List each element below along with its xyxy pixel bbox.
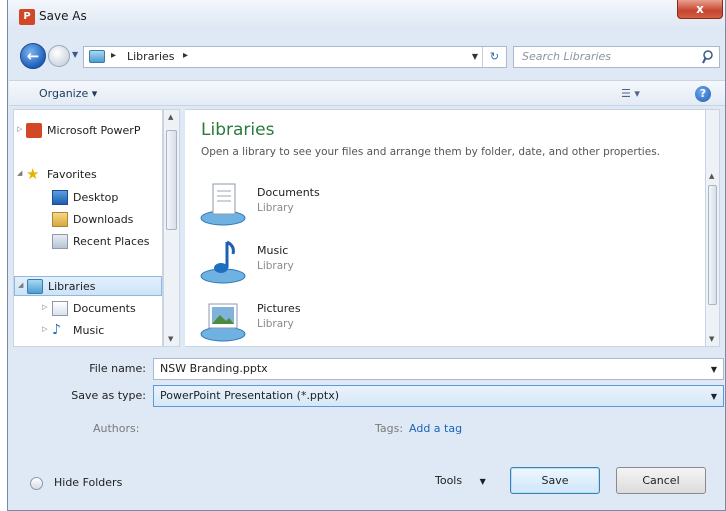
powerpoint-icon [26, 123, 42, 138]
library-item-pictures[interactable]: Pictures Library [199, 294, 399, 350]
file-name-value: NSW Branding.pptx [160, 362, 268, 375]
file-name-field[interactable]: NSW Branding.pptx ▼ [153, 358, 724, 380]
file-name-label: File name: [89, 362, 146, 375]
sidebar-item-downloads[interactable]: Downloads [14, 210, 162, 230]
library-item-music[interactable]: Music Library [199, 236, 399, 292]
file-name-row: File name: NSW Branding.pptx ▼ [6, 358, 726, 380]
address-bar[interactable]: ▸ Libraries ▸ ▼ ↻ [83, 46, 507, 68]
search-icon[interactable] [702, 50, 714, 64]
music-library-icon [200, 240, 246, 284]
page-title: Libraries [201, 120, 275, 140]
page-description: Open a library to see your files and arr… [201, 146, 660, 158]
scroll-down-icon[interactable]: ▼ [709, 335, 714, 343]
organize-button[interactable]: Organize ▾ [39, 87, 97, 100]
libraries-icon [27, 279, 43, 294]
content-pane: Libraries Open a library to see your fil… [185, 109, 705, 347]
documents-icon [52, 301, 68, 316]
library-item-documents[interactable]: Documents Library [199, 178, 399, 234]
tags-label: Tags: [375, 422, 404, 435]
sidebar-item-label: Documents [73, 302, 136, 315]
collapse-arrow-icon[interactable]: ◢ [17, 169, 22, 177]
save-type-select[interactable]: PowerPoint Presentation (*.pptx) ▼ [153, 385, 724, 407]
scroll-up-icon[interactable]: ▲ [709, 172, 714, 180]
search-input[interactable]: Search Libraries [513, 46, 720, 68]
chevron-right-icon[interactable]: ▸ [111, 50, 116, 61]
sidebar-item-libraries[interactable]: ◢ Libraries [14, 276, 162, 296]
save-type-label: Save as type: [71, 389, 146, 402]
sidebar-item-label: Downloads [73, 213, 134, 226]
sidebar-item-favorites[interactable]: ◢ ★ Favorites [14, 165, 162, 185]
help-icon[interactable]: ? [695, 86, 711, 102]
sidebar-item-label: Libraries [48, 280, 96, 293]
sidebar-item-recent-places[interactable]: Recent Places [14, 232, 162, 252]
sidebar-item-desktop[interactable]: Desktop [14, 188, 162, 208]
music-note-icon: ♪ [52, 322, 61, 338]
documents-library-icon [200, 183, 246, 226]
tools-button[interactable]: Tools ▼ [435, 474, 486, 487]
recent-locations-dropdown[interactable]: ▼ [72, 50, 78, 59]
command-bar: Organize ▾ ☰ ▾ ? [9, 80, 725, 106]
content-scrollbar[interactable]: ▲ ▼ [705, 109, 720, 347]
downloads-folder-icon [52, 212, 68, 227]
hide-folders-icon[interactable] [30, 477, 43, 490]
chevron-down-icon[interactable]: ▼ [711, 365, 717, 374]
title-bar: P Save As x [8, 0, 725, 30]
forward-button[interactable] [48, 45, 70, 67]
scrollbar-thumb[interactable] [708, 185, 717, 305]
change-view-icon[interactable]: ☰ ▾ [621, 87, 640, 100]
sidebar-item-label: Microsoft PowerP [47, 124, 141, 137]
address-row: ← ▼ ▸ Libraries ▸ ▼ ↻ Search Libraries [8, 40, 725, 74]
library-type: Library [257, 318, 294, 330]
refresh-icon[interactable]: ↻ [482, 47, 506, 67]
sidebar-item-label: Favorites [47, 168, 97, 181]
library-type: Library [257, 202, 294, 214]
library-name: Documents [257, 186, 320, 199]
sidebar-item-microsoft-powerpoint[interactable]: ▷ Microsoft PowerP [14, 121, 162, 141]
navigation-pane: ▷ Microsoft PowerP ◢ ★ Favorites Desktop… [13, 109, 163, 347]
save-type-value: PowerPoint Presentation (*.pptx) [160, 389, 340, 402]
recent-places-icon [52, 234, 68, 249]
sidebar-item-documents[interactable]: ▷ Documents [14, 299, 162, 319]
scroll-up-icon[interactable]: ▲ [168, 113, 173, 121]
add-tag-link[interactable]: Add a tag [409, 422, 462, 435]
expand-arrow-icon[interactable]: ▷ [42, 325, 47, 333]
save-type-row: Save as type: PowerPoint Presentation (*… [6, 385, 726, 407]
search-placeholder: Search Libraries [522, 50, 612, 63]
library-name: Pictures [257, 302, 301, 315]
sidebar-item-music[interactable]: ▷ ♪ Music [14, 321, 162, 341]
cancel-button[interactable]: Cancel [616, 467, 706, 494]
hide-folders-button[interactable]: Hide Folders [54, 476, 122, 489]
breadcrumb-libraries[interactable]: Libraries [127, 50, 175, 63]
chevron-down-icon[interactable]: ▼ [711, 392, 717, 401]
collapse-arrow-icon[interactable]: ◢ [18, 281, 23, 289]
star-icon: ★ [26, 165, 40, 183]
window-title: Save As [39, 9, 87, 23]
save-button[interactable]: Save [510, 467, 600, 494]
nav-pane-scrollbar[interactable]: ▲ ▼ [163, 109, 180, 347]
pictures-library-icon [200, 303, 246, 342]
authors-label: Authors: [93, 422, 140, 435]
expand-arrow-icon[interactable]: ▷ [42, 303, 47, 311]
back-button[interactable]: ← [20, 43, 46, 69]
sidebar-item-label: Desktop [73, 191, 119, 204]
library-type: Library [257, 260, 294, 272]
scrollbar-thumb[interactable] [166, 130, 177, 230]
tools-label: Tools [435, 474, 463, 487]
libraries-folder-icon [89, 50, 105, 63]
chevron-down-icon: ▼ [479, 477, 486, 486]
library-name: Music [257, 244, 289, 257]
sidebar-item-label: Music [73, 324, 105, 337]
powerpoint-icon: P [19, 9, 35, 25]
scroll-down-icon[interactable]: ▼ [168, 335, 173, 343]
chevron-right-icon[interactable]: ▸ [183, 50, 188, 61]
desktop-icon [52, 190, 68, 205]
expand-arrow-icon[interactable]: ▷ [17, 125, 22, 133]
address-dropdown-icon[interactable]: ▼ [472, 52, 478, 61]
close-button[interactable]: x [677, 0, 723, 19]
sidebar-item-label: Recent Places [73, 235, 150, 248]
